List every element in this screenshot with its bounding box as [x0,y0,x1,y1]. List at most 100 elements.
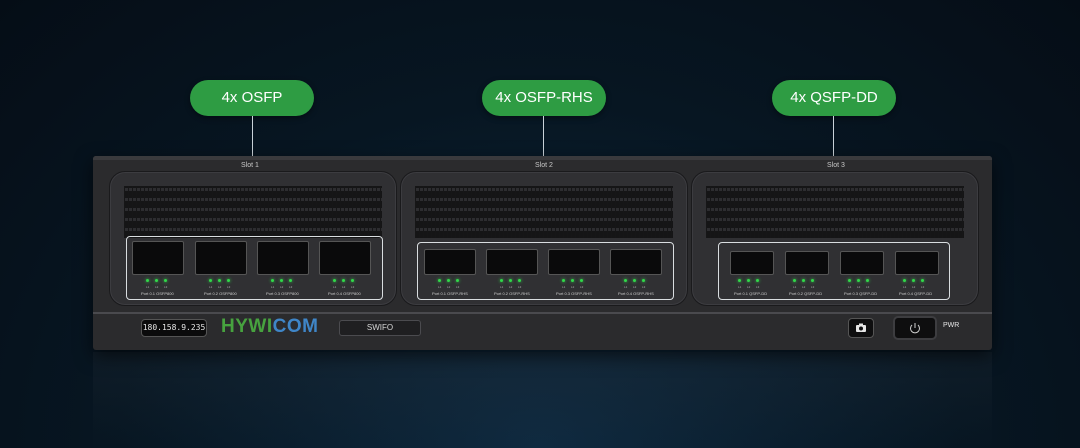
port-group: L1 L2 L3 L1 L2 L3 L1 L2 L3 L1 L2 L3 Port… [126,236,383,300]
port-label: Port 0.4 OSFP800 [328,291,361,296]
led-label: L2 [155,285,159,289]
osfp-port[interactable] [132,241,184,275]
power-button[interactable] [893,316,937,340]
chassis-edge [93,156,992,160]
led-label: L2 [912,285,916,289]
qsfp-dd-port[interactable] [895,251,939,275]
port-label: Port 0.3 OSFP-RHS [556,291,592,296]
led-label: L2 [747,285,751,289]
osfp-rhs-port[interactable] [424,249,476,275]
osfp-rhs-port[interactable] [548,249,600,275]
led-label: L3 [518,285,522,289]
switch-chassis: Slot 1 Slot 2 Slot 3 L1 L2 L3 L1 L2 L3 L… [93,156,992,350]
brand-logo-part: COM [272,316,319,337]
status-led [857,279,860,282]
line-card-slot-3: L1 L2 L3 L1 L2 L3 L1 L2 L3 L1 L2 L3 Port… [691,171,979,306]
led-label: L1 [738,285,742,289]
led-label: L1 [209,285,213,289]
vent-grille [124,186,382,238]
led-label: L2 [633,285,637,289]
front-panel-divider [93,312,992,314]
led-label: L3 [642,285,646,289]
qsfp-dd-port[interactable] [785,251,829,275]
power-label: PWR [943,322,960,329]
led-label: L3 [811,285,815,289]
osfp-rhs-port[interactable] [486,249,538,275]
callout-osfp-rhs: 4x OSFP-RHS [482,80,606,116]
status-led [848,279,851,282]
status-led [164,279,167,282]
status-led [866,279,869,282]
status-led [747,279,750,282]
led-label: L3 [164,285,168,289]
status-led [811,279,814,282]
status-led [342,279,345,282]
slot-label: Slot 1 [241,162,259,169]
osfp-port[interactable] [319,241,371,275]
port-group: L1 L2 L3 L1 L2 L3 L1 L2 L3 L1 L2 L3 Port… [718,242,950,300]
status-led [738,279,741,282]
port-label: Port 0.3 OSFP800 [266,291,299,296]
led-label: L1 [793,285,797,289]
status-led [351,279,354,282]
status-led [756,279,759,282]
port-group: L1 L2 L3 L1 L2 L3 L1 L2 L3 L1 L2 L3 Port… [417,242,674,300]
callout-qsfp-dd: 4x QSFP-DD [772,80,896,116]
led-label: L3 [756,285,760,289]
camera-button[interactable] [848,318,874,338]
status-led [562,279,565,282]
brand-logo: HYWICOM [221,316,318,338]
line-card-slot-1: L1 L2 L3 L1 L2 L3 L1 L2 L3 L1 L2 L3 Port… [109,171,397,306]
line-card-slot-2: L1 L2 L3 L1 L2 L3 L1 L2 L3 L1 L2 L3 Port… [400,171,688,306]
status-led [912,279,915,282]
led-label: L1 [624,285,628,289]
status-led [209,279,212,282]
status-led [500,279,503,282]
power-icon [910,323,920,334]
led-label: L3 [580,285,584,289]
port-label: Port 0.1 OSFP800 [141,291,174,296]
status-led [633,279,636,282]
led-label: L1 [562,285,566,289]
status-led [155,279,158,282]
qsfp-dd-port[interactable] [730,251,774,275]
status-led [289,279,292,282]
led-label: L2 [342,285,346,289]
status-led [624,279,627,282]
status-led [903,279,906,282]
led-label: L3 [921,285,925,289]
led-label: L2 [571,285,575,289]
led-label: L1 [333,285,337,289]
brand-logo-part: HYWI [221,316,273,337]
vent-grille [706,186,964,238]
led-label: L2 [280,285,284,289]
osfp-port[interactable] [257,241,309,275]
led-label: L2 [218,285,222,289]
led-label: L3 [227,285,231,289]
port-label: Port 0.1 QSFP-DD [734,291,768,296]
status-led [218,279,221,282]
vent-grille [415,186,673,238]
port-label: Port 0.4 QSFP-DD [899,291,933,296]
led-label: L3 [456,285,460,289]
osfp-port[interactable] [195,241,247,275]
status-led [333,279,336,282]
model-badge: SWIFO [339,320,421,336]
port-label: Port 0.1 OSFP-RHS [432,291,468,296]
led-label: L1 [848,285,852,289]
led-label: L2 [802,285,806,289]
slot-label: Slot 2 [535,162,553,169]
status-led [580,279,583,282]
status-led [271,279,274,282]
status-led [921,279,924,282]
led-label: L1 [271,285,275,289]
osfp-rhs-port[interactable] [610,249,662,275]
led-label: L2 [447,285,451,289]
status-led [146,279,149,282]
led-label: L1 [438,285,442,289]
camera-icon [856,323,866,332]
qsfp-dd-port[interactable] [840,251,884,275]
status-led [438,279,441,282]
slot-label: Slot 3 [827,162,845,169]
callout-osfp: 4x OSFP [190,80,314,116]
